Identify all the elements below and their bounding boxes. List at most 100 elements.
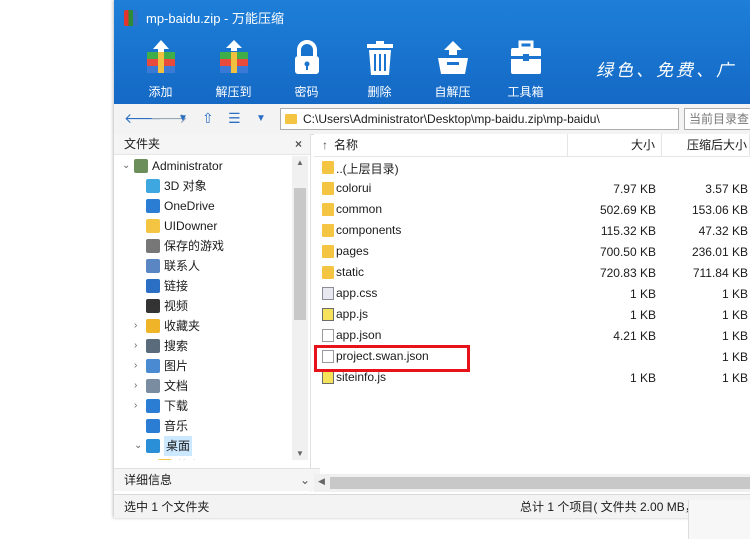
- file-row[interactable]: app.js 1 KB 1 KB: [314, 304, 750, 325]
- videos-icon: [146, 299, 160, 313]
- toolbox-icon: [510, 40, 541, 74]
- view-list-icon[interactable]: ☰: [228, 110, 241, 127]
- file-name-cell: pages: [314, 241, 568, 262]
- horizontal-scroll-thumb[interactable]: [330, 477, 750, 489]
- column-size[interactable]: 大小: [568, 134, 662, 156]
- tree-item-label: 下载: [164, 399, 189, 413]
- file-compressed-size: 153.06 KB: [691, 202, 748, 217]
- file-row[interactable]: components 115.32 KB 47.32 KB: [314, 220, 750, 241]
- scroll-left-icon[interactable]: ◀: [318, 476, 325, 487]
- tree-item-label: 链接: [164, 279, 189, 293]
- user-icon: [134, 159, 148, 173]
- background-window: [688, 500, 750, 539]
- file-list: ↑ 名称 大小 压缩后大小 ..(上层目录) colorui 7.97 KB 3.57…: [314, 134, 750, 494]
- extract-icon: [219, 40, 248, 73]
- password-button[interactable]: 密码: [270, 38, 343, 102]
- file-row[interactable]: colorui 7.97 KB 3.57 KB: [314, 178, 750, 199]
- file-row[interactable]: ..(上层目录): [314, 157, 750, 178]
- details-header[interactable]: 详细信息 ⌄: [114, 468, 320, 491]
- file-name: siteinfo.js: [336, 370, 387, 384]
- extract-to-button-label: 解压到: [215, 85, 252, 99]
- close-icon[interactable]: ×: [295, 134, 302, 154]
- file-name-cell: app.json: [314, 325, 568, 346]
- file-name: colorui: [336, 181, 372, 195]
- view-dropdown-icon[interactable]: ▼: [256, 113, 266, 124]
- folder-tree: ⌄ Administrator 3D 对象 OneDrive UIDowner 保存的游戏…: [114, 156, 292, 460]
- file-compressed-size: 47.32 KB: [698, 223, 748, 238]
- toolbox-button[interactable]: 工具箱: [489, 38, 562, 102]
- tree-item-3[interactable]: UIDowner: [114, 216, 292, 236]
- chevron-right-icon[interactable]: ›: [134, 336, 144, 356]
- onedrive-icon: [146, 199, 160, 213]
- tree-item-11[interactable]: › 文档: [114, 376, 292, 396]
- chevron-right-icon[interactable]: ›: [134, 316, 144, 336]
- chevron-down-icon[interactable]: ⌄: [300, 469, 310, 491]
- tree-item-13[interactable]: 音乐: [114, 416, 292, 436]
- folder-icon: [322, 224, 334, 237]
- folder-panel-header: 文件夹 ×: [114, 134, 310, 155]
- file-row[interactable]: app.css 1 KB 1 KB: [314, 283, 750, 304]
- tree-item-label: Administrator: [152, 159, 223, 173]
- tree-item-0[interactable]: ⌄ Administrator: [114, 156, 292, 176]
- tree-item-14[interactable]: ⌄ 桌面: [114, 436, 292, 456]
- toolbox-button-label: 工具箱: [507, 85, 544, 99]
- file-name: pages: [336, 244, 369, 258]
- extract-to-button[interactable]: 解压到: [197, 38, 270, 102]
- file-row[interactable]: app.json 4.21 KB 1 KB: [314, 325, 750, 346]
- horizontal-scrollbar[interactable]: ◀: [314, 474, 750, 492]
- folder-icon: [322, 245, 334, 258]
- chevron-right-icon[interactable]: ›: [134, 356, 144, 376]
- sort-arrow-icon: ↑: [322, 138, 328, 152]
- scroll-up-icon[interactable]: ▲: [296, 158, 304, 167]
- file-size: 1 KB: [629, 286, 656, 301]
- links-icon: [146, 279, 160, 293]
- folder-icon: [322, 161, 334, 174]
- chevron-right-icon[interactable]: ›: [134, 396, 144, 416]
- address-field[interactable]: C:\Users\Administrator\Desktop\mp-baidu.…: [280, 108, 698, 130]
- self-extract-button[interactable]: 自解压: [416, 38, 489, 102]
- tree-item-9[interactable]: › 搜索: [114, 336, 292, 356]
- file-row[interactable]: pages 700.50 KB 236.01 KB: [314, 241, 750, 262]
- tree-item-label: 图片: [164, 359, 189, 373]
- tree-scrollbar[interactable]: ▲ ▼: [292, 156, 308, 460]
- chevron-right-icon[interactable]: ›: [134, 376, 144, 396]
- delete-button[interactable]: 删除: [343, 38, 416, 102]
- desktop-background: [0, 0, 114, 539]
- file-row[interactable]: common 502.69 KB 153.06 KB: [314, 199, 750, 220]
- file-compressed-size: 1 KB: [721, 349, 748, 364]
- history-dropdown-icon[interactable]: ▼: [178, 113, 188, 124]
- chevron-right-icon[interactable]: ›: [146, 456, 156, 460]
- tree-item-4[interactable]: 保存的游戏: [114, 236, 292, 256]
- tree-item-label: 3D 对象: [164, 179, 207, 193]
- file-name-cell: common: [314, 199, 568, 220]
- add-button[interactable]: 添加: [124, 38, 197, 102]
- tree-item-2[interactable]: OneDrive: [114, 196, 292, 216]
- password-button-label: 密码: [294, 85, 319, 99]
- scroll-down-icon[interactable]: ▼: [296, 449, 304, 458]
- tree-item-6[interactable]: 链接: [114, 276, 292, 296]
- folder-panel-title: 文件夹: [124, 137, 161, 151]
- tree-item-1[interactable]: 3D 对象: [114, 176, 292, 196]
- column-name[interactable]: ↑ 名称: [314, 134, 568, 156]
- tree-item-12[interactable]: › 下载: [114, 396, 292, 416]
- chevron-down-icon[interactable]: ⌄: [122, 156, 132, 176]
- tree-item-label: 收藏夹: [164, 319, 201, 333]
- file-name: app.css: [336, 286, 378, 300]
- chevron-down-icon[interactable]: ⌄: [134, 436, 144, 456]
- up-folder-icon[interactable]: ⇧: [202, 110, 214, 127]
- tree-item-label: UIDowner: [164, 219, 218, 233]
- file-size: 115.32 KB: [600, 223, 656, 238]
- tree-item-label: 联系人: [164, 259, 201, 273]
- file-name: app.js: [336, 307, 369, 321]
- file-row[interactable]: static 720.83 KB 711.84 KB: [314, 262, 750, 283]
- tree-item-8[interactable]: › 收藏夹: [114, 316, 292, 336]
- tree-item-5[interactable]: 联系人: [114, 256, 292, 276]
- tree-item-10[interactable]: › 图片: [114, 356, 292, 376]
- column-compressed[interactable]: 压缩后大小: [662, 134, 750, 156]
- tree-item-15[interactable]: › 芝麻最: [114, 456, 292, 460]
- title-bar: mp-baidu.zip - 万能压缩 添加 解压到 密码 删除 自解压 工具箱…: [114, 0, 750, 104]
- search-input[interactable]: 当前目录查: [684, 108, 750, 130]
- file-size: 4.21 KB: [613, 328, 656, 343]
- tree-scroll-thumb[interactable]: [294, 188, 306, 320]
- tree-item-7[interactable]: 视频: [114, 296, 292, 316]
